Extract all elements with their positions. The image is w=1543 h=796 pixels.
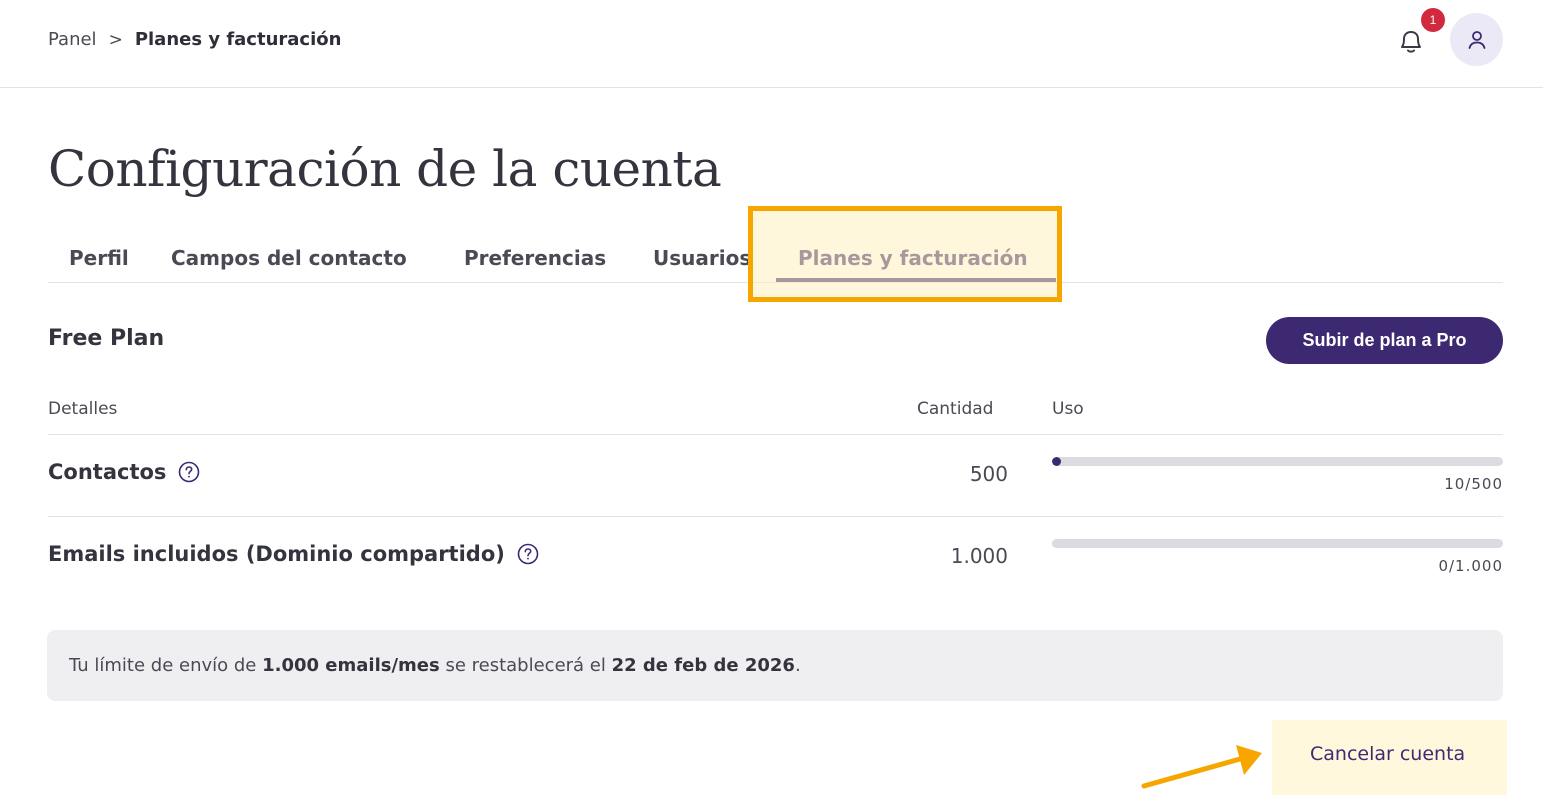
active-tab-indicator xyxy=(776,278,1056,282)
table-divider xyxy=(48,516,1503,517)
bell-icon[interactable] xyxy=(1394,24,1428,58)
cancel-account-link[interactable]: Cancelar cuenta xyxy=(1310,743,1465,765)
notice-date: 22 de feb de 2026 xyxy=(611,655,795,676)
table-row-label-emails: Emails incluidos (Dominio compartido) xyxy=(48,542,539,566)
notice-middle: se restablecerá el xyxy=(439,655,612,676)
row-label-text: Contactos xyxy=(48,460,167,484)
tab-preferencias[interactable]: Preferencias xyxy=(464,246,606,270)
notification-badge: 1 xyxy=(1421,8,1445,32)
annotation-arrow-icon xyxy=(1141,745,1262,789)
column-header-quantity: Cantidad xyxy=(917,399,994,419)
page-title: Configuración de la cuenta xyxy=(48,140,722,198)
upgrade-to-pro-button[interactable]: Subir de plan a Pro xyxy=(1266,317,1503,364)
table-divider xyxy=(48,434,1503,435)
usage-bar-fill xyxy=(1052,457,1062,466)
usage-count: 10/500 xyxy=(1444,475,1503,493)
settings-tabs: Perfil Campos del contacto Preferencias … xyxy=(48,238,1503,283)
usage-count: 0/1.000 xyxy=(1438,557,1503,575)
usage-bar-emails xyxy=(1052,539,1503,548)
notice-suffix: . xyxy=(794,655,801,676)
row-label-text: Emails incluidos (Dominio compartido) xyxy=(48,542,505,566)
notice-prefix: Tu límite de envío de xyxy=(69,655,263,676)
usage-bar-contactos xyxy=(1052,457,1503,466)
tab-planes-y-facturacion[interactable]: Planes y facturación xyxy=(798,246,1028,270)
column-header-usage: Uso xyxy=(1052,399,1084,419)
breadcrumb: Panel > Planes y facturación xyxy=(48,29,341,50)
column-header-details: Detalles xyxy=(48,399,118,419)
row-quantity: 500 xyxy=(969,462,1008,486)
user-icon xyxy=(1468,30,1485,49)
send-limit-notice: Tu límite de envío de 1.000 emails/mes s… xyxy=(47,630,1503,701)
notice-limit: 1.000 emails/mes xyxy=(262,655,440,676)
breadcrumb-current: Planes y facturación xyxy=(134,29,342,50)
breadcrumb-separator: > xyxy=(108,29,123,50)
tab-campos-del-contacto[interactable]: Campos del contacto xyxy=(171,246,407,270)
table-row-label-contactos: Contactos xyxy=(48,460,200,484)
tab-perfil[interactable]: Perfil xyxy=(69,246,129,270)
plan-name: Free Plan xyxy=(48,326,165,351)
avatar[interactable] xyxy=(1450,13,1503,66)
help-icon[interactable] xyxy=(517,543,539,565)
tab-usuarios[interactable]: Usuarios xyxy=(653,246,751,270)
help-icon[interactable] xyxy=(178,461,200,483)
top-bar: Panel > Planes y facturación 1 xyxy=(0,0,1543,88)
row-quantity: 1.000 xyxy=(950,544,1008,568)
breadcrumb-panel-link[interactable]: Panel xyxy=(48,29,97,50)
